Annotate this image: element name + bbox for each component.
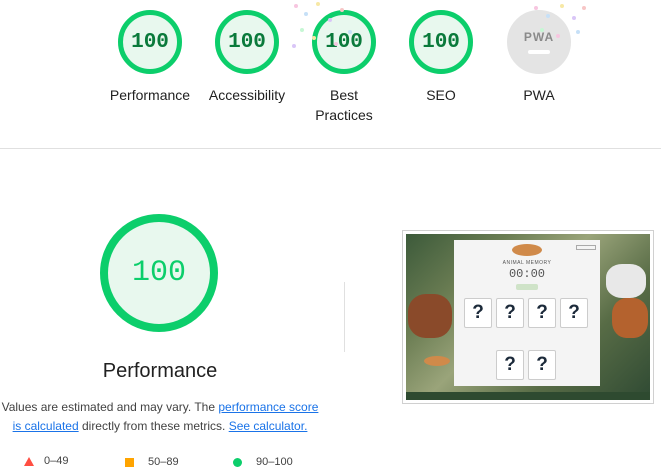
desc-text: Values are estimated and may vary. The bbox=[1, 400, 219, 414]
gauge-pwa[interactable]: PWA PWA bbox=[484, 10, 594, 105]
section-divider bbox=[0, 148, 661, 149]
pwa-dash bbox=[528, 50, 550, 54]
triangle-icon bbox=[24, 456, 34, 466]
gauge-seo[interactable]: 100 SEO bbox=[386, 10, 496, 105]
circle-icon bbox=[233, 457, 242, 467]
fish-icon bbox=[512, 244, 542, 256]
cow-illustration bbox=[408, 294, 452, 338]
see-calculator-link[interactable]: See calculator. bbox=[229, 419, 308, 433]
legend-fail: 0–49 bbox=[24, 455, 68, 467]
gauge-score: 100 bbox=[325, 30, 363, 54]
memory-card: ? bbox=[496, 298, 524, 328]
performance-title: Performance bbox=[102, 360, 218, 382]
gauge-performance[interactable]: 100 Performance bbox=[95, 10, 205, 105]
gauge-label: Performance bbox=[109, 87, 191, 103]
gauge-label: Accessibility bbox=[208, 87, 286, 103]
game-timer: 00:00 bbox=[508, 267, 545, 281]
game-title: ANIMAL MEMORY bbox=[502, 260, 552, 266]
how-to-play-button bbox=[576, 245, 596, 250]
gauge-best-practices[interactable]: 100 Best Practices bbox=[289, 10, 399, 125]
pwa-icon: PWA bbox=[507, 10, 571, 74]
gauge-score: 100 bbox=[228, 30, 266, 54]
gauge-accessibility[interactable]: 100 Accessibility bbox=[192, 10, 302, 105]
fish-icon bbox=[424, 356, 450, 366]
gauge-label: PWA bbox=[523, 87, 555, 103]
start-game-button bbox=[516, 284, 538, 290]
category-gauges: 100 Performance 100 Accessibility 100 Be… bbox=[0, 0, 661, 148]
performance-score: 100 bbox=[131, 256, 186, 290]
pwa-badge-text: PWA bbox=[523, 30, 555, 44]
gauge-ring: 100 bbox=[215, 10, 279, 74]
gauge-ring: 100 bbox=[409, 10, 473, 74]
gauge-score: 100 bbox=[422, 30, 460, 54]
screenshot-image: ANIMAL MEMORY 00:00 ? ? ? ? ? ? bbox=[406, 234, 650, 400]
vertical-divider bbox=[344, 282, 345, 352]
legend-range: 90–100 bbox=[256, 456, 293, 468]
square-icon bbox=[125, 457, 134, 467]
legend-range: 0–49 bbox=[44, 455, 69, 467]
metrics-description: Values are estimated and may vary. The p… bbox=[0, 398, 320, 436]
gauge-label: SEO bbox=[426, 87, 456, 103]
gauge-ring: 100 bbox=[312, 10, 376, 74]
final-screenshot[interactable]: ANIMAL MEMORY 00:00 ? ? ? ? ? ? bbox=[402, 230, 654, 404]
memory-card: ? bbox=[496, 350, 524, 380]
gauge-label: Best Practices bbox=[315, 87, 373, 123]
calf-illustration bbox=[612, 298, 648, 338]
gauge-score: 100 bbox=[131, 30, 169, 54]
performance-gauge-large: 100 bbox=[100, 214, 218, 332]
legend-average: 50–89 bbox=[125, 456, 179, 468]
game-panel: ANIMAL MEMORY 00:00 ? ? ? ? ? ? bbox=[424, 240, 600, 386]
legend-range: 50–89 bbox=[148, 456, 179, 468]
desc-text: directly from these metrics. bbox=[78, 419, 229, 433]
memory-card: ? bbox=[528, 298, 556, 328]
memory-card: ? bbox=[560, 298, 588, 328]
legend-pass: 90–100 bbox=[233, 456, 293, 468]
gauge-ring: 100 bbox=[118, 10, 182, 74]
screenshot-footer bbox=[406, 392, 650, 400]
cow-illustration bbox=[606, 264, 646, 298]
memory-card: ? bbox=[464, 298, 492, 328]
memory-card: ? bbox=[528, 350, 556, 380]
